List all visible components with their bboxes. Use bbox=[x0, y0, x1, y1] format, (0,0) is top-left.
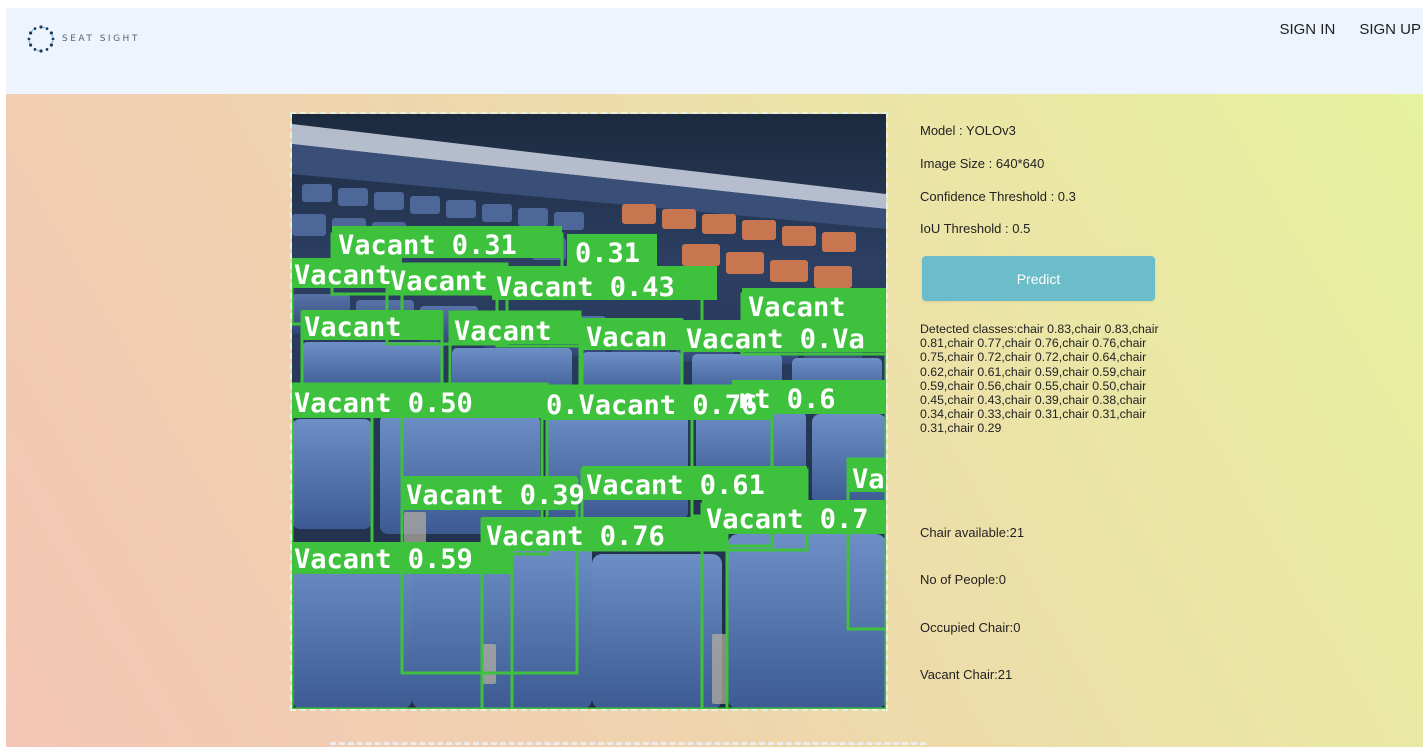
detection-label: nt 0.6 bbox=[738, 384, 836, 415]
detection-label: Vacant 0.43 bbox=[496, 272, 675, 303]
detection-label: Vacant 0.61 bbox=[586, 470, 765, 501]
detection-label: Vacant 0.31 bbox=[338, 230, 517, 261]
main-area: Vacant 0.31 0.31 Vacant Vacant Vacant 0.43 Va… bbox=[6, 94, 1423, 747]
sign-in-link[interactable]: SIGN IN bbox=[1279, 21, 1335, 38]
detection-image: Vacant 0.31 0.31 Vacant Vacant Vacant 0.43 Va… bbox=[290, 112, 888, 711]
detection-label: Vacant bbox=[304, 312, 402, 343]
detection-label: 0.31 bbox=[575, 238, 640, 269]
occupied-chair-label: Occupied Chair:0 bbox=[920, 620, 1021, 635]
detection-label: 0.Vacant 0.76 bbox=[546, 390, 757, 421]
detection-label: Vacant 0.39 bbox=[406, 480, 585, 511]
navbar: SEAT SIGHT SIGN IN SIGN UP bbox=[6, 8, 1423, 94]
vacant-chair-label: Vacant Chair:21 bbox=[920, 667, 1013, 682]
image-border-dash bbox=[330, 742, 926, 745]
detection-label: Vacant 0.Va bbox=[686, 324, 865, 355]
iou-threshold-label: IoU Threshold : 0.5 bbox=[920, 221, 1031, 236]
sign-up-link[interactable]: SIGN UP bbox=[1359, 21, 1421, 38]
detection-canvas: Vacant 0.31 0.31VacantVacant Vacant 0.43Va… bbox=[292, 114, 886, 709]
model-label: Model : YOLOv3 bbox=[920, 123, 1016, 138]
detection-label: Vacant bbox=[454, 316, 552, 347]
nav-links: SIGN IN SIGN UP bbox=[1279, 21, 1423, 38]
detection-label: Vacan bbox=[586, 322, 667, 353]
detected-classes: Detected classes:chair 0.83,chair 0.83,c… bbox=[920, 322, 1159, 436]
app-name: SEAT SIGHT bbox=[62, 34, 140, 44]
detection-label: Vacant bbox=[748, 292, 846, 323]
dotted-circle-icon bbox=[27, 25, 55, 53]
image-size-label: Image Size : 640*640 bbox=[920, 156, 1045, 171]
predict-button[interactable]: Predict bbox=[922, 256, 1155, 301]
detection-label: Vacant 0.59 bbox=[294, 544, 473, 575]
detection-label: Va bbox=[852, 464, 885, 495]
detection-label: Vacant bbox=[294, 260, 392, 291]
logo[interactable]: SEAT SIGHT bbox=[26, 24, 140, 54]
confidence-threshold-label: Confidence Threshold : 0.3 bbox=[920, 189, 1076, 204]
detection-label: Vacant 0.76 bbox=[486, 521, 665, 552]
people-count-label: No of People:0 bbox=[920, 572, 1007, 587]
detection-label: Vacant 0.50 bbox=[294, 388, 473, 419]
chair-available-label: Chair available:21 bbox=[920, 525, 1025, 540]
detection-label: Vacant 0.7 bbox=[706, 504, 869, 535]
detection-label: Vacant bbox=[390, 266, 488, 297]
